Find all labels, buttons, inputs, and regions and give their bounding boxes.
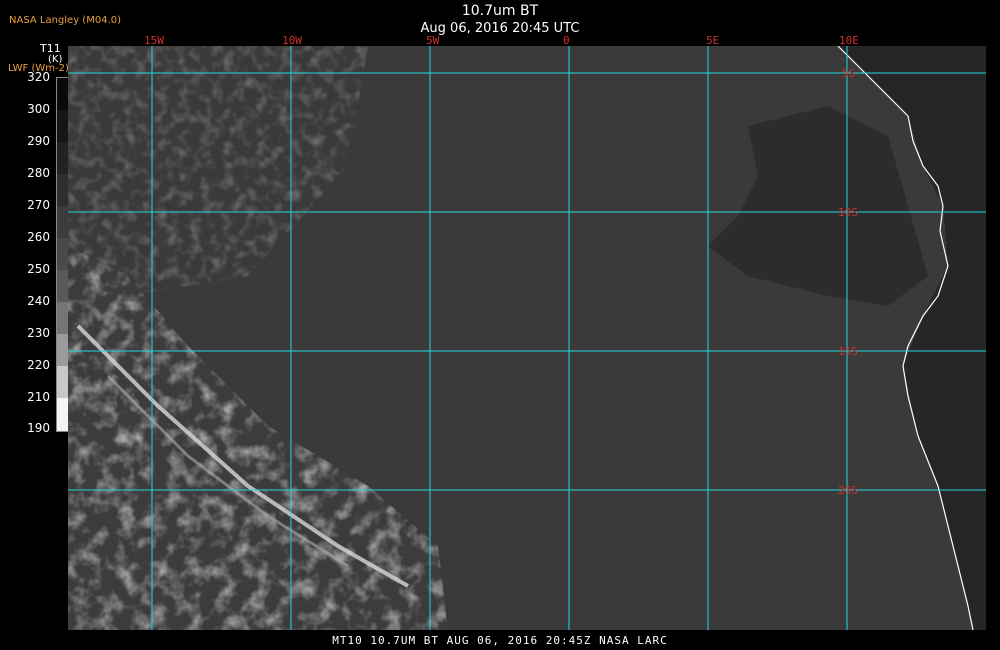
- colorbar-tick: 290: [27, 134, 50, 148]
- colorbar-tick: 320: [27, 70, 50, 84]
- lat-label-15s: 15S: [838, 345, 858, 358]
- footer-caption: MT10 10.7UM BT AUG 06, 2016 20:45Z NASA …: [332, 634, 668, 647]
- colorbar-tick: 230: [27, 326, 50, 340]
- colorbar-tick: 300: [27, 102, 50, 116]
- lat-label-20s: 20S: [838, 484, 858, 497]
- colorbar-tick: 270: [27, 198, 50, 212]
- image-title: 10.7um BT: [461, 3, 539, 19]
- colorbar-tick: 190: [27, 421, 50, 435]
- colorbar-tick: 210: [27, 390, 50, 404]
- colorbar-tick: 220: [27, 358, 50, 372]
- lat-label-10s: 10S: [838, 206, 858, 219]
- colorbar-tick: 280: [27, 166, 50, 180]
- satellite-image[interactable]: [68, 46, 986, 630]
- colorbar-tick: 260: [27, 230, 50, 244]
- lat-label-5s: 5S: [842, 67, 856, 80]
- colorbar-tick: 250: [27, 262, 50, 276]
- colorbar-tick: 240: [27, 294, 50, 308]
